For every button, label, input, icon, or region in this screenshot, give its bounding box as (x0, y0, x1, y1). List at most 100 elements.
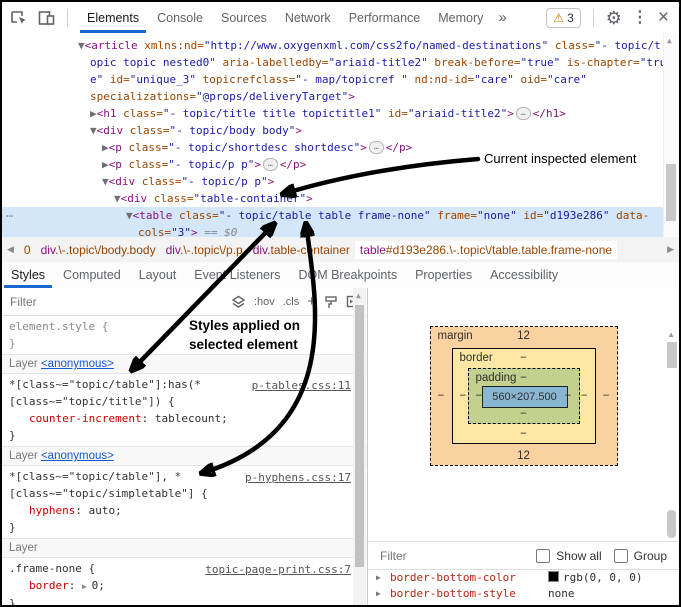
tab-memory[interactable]: Memory (429, 2, 492, 33)
breadcrumb-prev-icon[interactable]: ◀ (2, 244, 19, 255)
css-declaration[interactable]: hyphens: auto; (9, 502, 367, 519)
breadcrumb-item[interactable]: table#d193e286.\-.topic\/table.table.fra… (355, 241, 617, 259)
dom-tree-node[interactable]: opic topic nested0" aria-labelledby="ari… (2, 54, 679, 71)
inline-ellipsis-badge[interactable]: … (263, 158, 278, 171)
expand-toggle-icon[interactable]: ▶ (102, 141, 109, 154)
scrollbar-thumb[interactable] (666, 164, 676, 221)
border-top-value[interactable]: − (520, 352, 527, 364)
scrollbar-thumb[interactable] (355, 305, 364, 567)
scrollbar-thumb[interactable] (667, 510, 676, 538)
scroll-up-icon[interactable]: ▲ (356, 291, 361, 300)
rendering-emulation-icon[interactable] (324, 295, 338, 309)
dom-tree-node[interactable]: ▶<h1 class="- topic/title title topictit… (2, 105, 679, 122)
tab-network[interactable]: Network (276, 2, 340, 33)
padding-bottom-value[interactable]: − (520, 408, 527, 420)
more-tabs-icon[interactable]: » (492, 9, 512, 26)
cascade-layers-icon[interactable] (231, 295, 246, 309)
sidebar-tab-dom-breakpoints[interactable]: DOM Breakpoints (289, 262, 406, 288)
breadcrumb-item[interactable]: div.\-.topic\/body.body (36, 241, 161, 259)
new-style-rule-icon[interactable]: + (307, 293, 316, 310)
stylesheet-link[interactable]: p-hyphens.css:17 (245, 469, 351, 486)
breadcrumb-item[interactable]: div.\-.topic\/p.p (161, 241, 248, 259)
expand-toggle-icon[interactable]: ▶ (376, 602, 381, 605)
expand-toggle-icon[interactable]: ▶ (376, 570, 381, 586)
computed-filter-input[interactable] (378, 548, 530, 564)
sidebar-tab-properties[interactable]: Properties (406, 262, 481, 288)
element-style-rule[interactable]: element.style { } (2, 316, 367, 354)
computed-property-row[interactable]: ▶border-bottom-width0px (368, 602, 679, 605)
expand-toggle-icon[interactable]: ▼ (126, 209, 133, 222)
dom-tree-node[interactable]: ▼<div class="- topic/p p"> (2, 173, 679, 190)
box-model-padding[interactable]: padding − − − − 560×207.500 (468, 368, 580, 424)
computed-property-row[interactable]: ▶border-bottom-stylenone (368, 586, 679, 602)
tab-performance[interactable]: Performance (340, 2, 430, 33)
box-model-margin[interactable]: margin 12 12 − − border − − − − padding … (430, 326, 618, 466)
css-selector[interactable]: [class~="topic/title"]) { (9, 393, 367, 410)
expand-toggle-icon[interactable]: ▼ (90, 124, 97, 137)
dom-tree-scrollbar[interactable]: ▲ (663, 33, 679, 237)
margin-bottom-value[interactable]: 12 (517, 450, 530, 462)
sidebar-tab-layout[interactable]: Layout (130, 262, 186, 288)
device-toolbar-icon[interactable] (38, 10, 55, 26)
border-bottom-value[interactable]: − (520, 428, 527, 440)
box-model-content-size[interactable]: 560×207.500 (482, 386, 568, 408)
dom-tree-node[interactable]: ▶<p class="- topic/shortdesc shortdesc">… (2, 139, 679, 156)
expand-toggle-icon[interactable]: ▶ (90, 107, 97, 120)
sidebar-tab-computed[interactable]: Computed (54, 262, 130, 288)
scroll-up-icon[interactable]: ▲ (667, 330, 675, 339)
group-checkbox[interactable] (614, 549, 628, 563)
tab-elements[interactable]: Elements (78, 2, 148, 33)
kebab-menu-icon[interactable]: ⋮ (632, 10, 648, 26)
close-icon[interactable]: × (658, 11, 669, 25)
dom-tree-node[interactable]: ▼<div class="table-container"> (2, 190, 679, 207)
css-declaration[interactable]: counter-increment: tablecount; (9, 410, 367, 427)
padding-left-value[interactable]: − (476, 390, 483, 402)
stylesheet-link[interactable]: p-tables.css:11 (252, 377, 351, 394)
layer-link[interactable]: <anonymous> (41, 450, 114, 462)
css-declaration[interactable]: border: ▶ 0; (9, 577, 367, 595)
dom-tree-node[interactable]: e" id="unique_3" topicrefclass="- map/to… (2, 71, 679, 88)
issues-badge[interactable]: ⚠ 3 (546, 8, 580, 28)
settings-gear-icon[interactable]: ⚙ (606, 10, 622, 26)
sidebar-tab-styles[interactable]: Styles (2, 262, 54, 288)
computed-property-row[interactable]: ▶border-bottom-colorrgb(0, 0, 0) (368, 570, 679, 586)
dom-tree-node[interactable]: specializations="@props/deliveryTarget"> (2, 88, 679, 105)
inline-ellipsis-badge[interactable]: … (369, 141, 384, 154)
dom-tree-node-selected[interactable]: …▼<table class="- topic/table table fram… (2, 207, 679, 224)
pseudo-state-toggle[interactable]: :hov (254, 296, 275, 308)
inline-ellipsis-badge[interactable]: … (516, 107, 531, 120)
stylesheet-link[interactable]: topic-page-print.css:7 (205, 561, 351, 578)
margin-right-value[interactable]: − (603, 390, 610, 402)
breadcrumb-item[interactable]: div.table-container (248, 241, 355, 259)
margin-top-value[interactable]: 12 (517, 330, 530, 342)
color-swatch-icon[interactable] (548, 571, 559, 582)
padding-right-value[interactable]: − (565, 390, 572, 402)
tab-console[interactable]: Console (148, 2, 212, 33)
dom-tree-node[interactable]: ▼<div class="- topic/body body"> (2, 122, 679, 139)
breadcrumb-item[interactable]: 0 (19, 241, 36, 259)
class-toggle[interactable]: .cls (283, 296, 300, 308)
show-all-checkbox[interactable] (536, 549, 550, 563)
sidebar-tab-event-listeners[interactable]: Event Listeners (185, 262, 289, 288)
shorthand-expand-icon[interactable]: ▶ (82, 582, 92, 591)
dom-tree-node[interactable]: ▶<p class="- topic/p p">…</p> (2, 156, 679, 173)
styles-filter-input[interactable] (8, 294, 223, 310)
node-menu-icon[interactable]: … (6, 205, 14, 222)
breadcrumb-next-icon[interactable]: ▶ (662, 244, 679, 255)
border-left-value[interactable]: − (460, 390, 467, 402)
tab-sources[interactable]: Sources (212, 2, 276, 33)
expand-toggle-icon[interactable]: ▶ (102, 158, 109, 171)
inspect-element-icon[interactable] (10, 10, 28, 26)
sidebar-tab-accessibility[interactable]: Accessibility (481, 262, 567, 288)
expand-toggle-icon[interactable]: ▼ (114, 192, 121, 205)
styles-scrollbar[interactable]: ▲ (353, 288, 366, 605)
box-model-border[interactable]: border − − − − padding − − − − 560×207.5… (452, 348, 596, 444)
border-right-value[interactable]: − (581, 390, 588, 402)
margin-left-value[interactable]: − (438, 390, 445, 402)
expand-toggle-icon[interactable]: ▼ (102, 175, 109, 188)
scrollbar-thumb[interactable] (667, 342, 677, 368)
css-selector[interactable]: [class~="topic/simpletable"] { (9, 485, 367, 502)
padding-top-value[interactable]: − (520, 372, 527, 384)
dom-tree-node[interactable]: ▼<article xmlns:nd="http://www.oxygenxml… (2, 37, 679, 54)
expand-toggle-icon[interactable]: ▼ (78, 39, 85, 52)
